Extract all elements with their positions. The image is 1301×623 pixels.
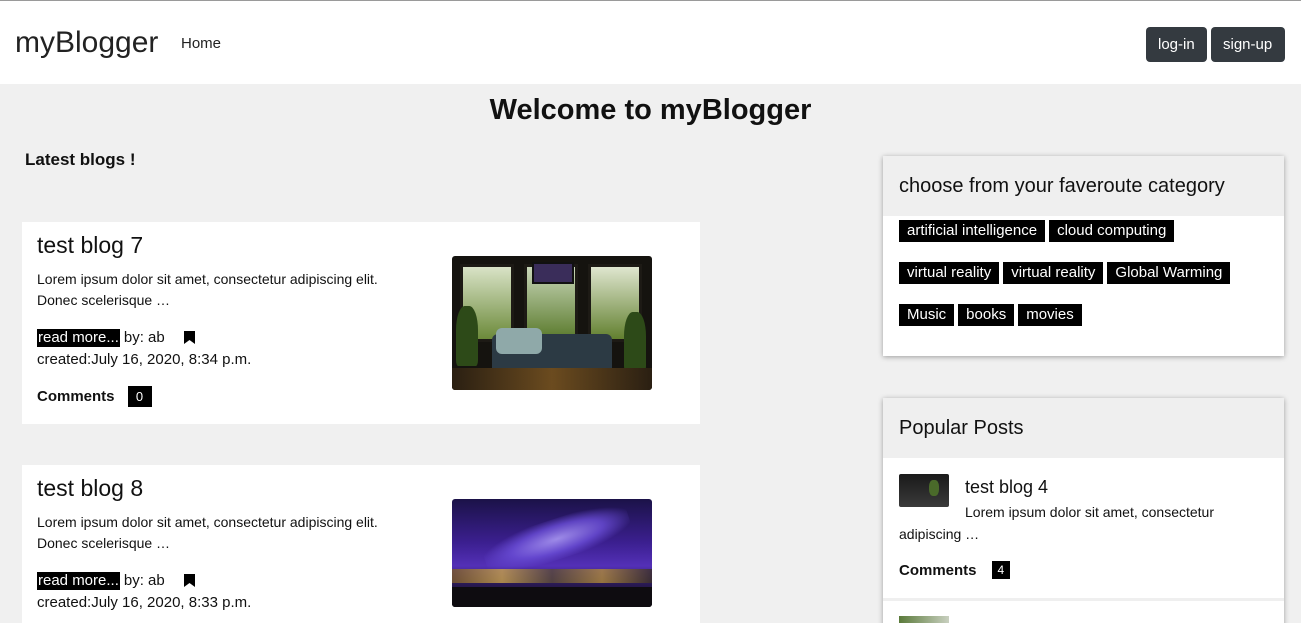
night-sky-image[interactable] [452,499,652,607]
comments-count-badge: 4 [991,561,1011,579]
popular-posts-heading: Popular Posts [883,398,1284,458]
blog-title[interactable]: test blog 7 [37,232,143,259]
navbar: myBlogger Home log-in sign-up [0,4,1301,84]
category-tag[interactable]: virtual reality [899,262,1000,284]
comments-label: Comments [37,388,115,405]
category-tag[interactable]: Music [899,304,955,326]
popular-post-title[interactable]: test blog 4 [965,477,1048,498]
popular-posts-panel: Popular Posts test blog 4 Lorem ipsum do… [883,398,1284,623]
signup-button[interactable]: sign-up [1211,27,1285,62]
category-tag[interactable]: cloud computing [1049,220,1175,242]
read-more-link[interactable]: read more... [37,328,120,347]
tag-row: artificial intelligence cloud computing [899,220,1279,242]
author-label: by: ab [123,572,165,589]
blog-card: test blog 7 Lorem ipsum dolor sit amet, … [22,222,700,424]
read-more-link[interactable]: read more... [37,571,120,590]
brand-logo[interactable]: myBlogger [15,26,158,60]
created-date: created:July 16, 2020, 8:33 p.m. [37,594,252,611]
blog-meta: read more... by: ab [37,571,195,590]
blog-title[interactable]: test blog 8 [37,475,143,502]
category-panel-heading: choose from your faveroute category [883,156,1284,216]
category-tags: artificial intelligence cloud computing … [899,220,1279,346]
category-tag[interactable]: artificial intelligence [899,220,1046,242]
category-tag[interactable]: books [958,304,1015,326]
popular-post-excerpt: Lorem ipsum dolor sit amet, consectetur … [899,504,1214,542]
comments-label: Comments [899,561,977,579]
comments-row: Comments 0 [37,386,152,407]
blog-excerpt: Lorem ipsum dolor sit amet, consectetur … [37,514,378,551]
page-title: Welcome to myBlogger [489,94,812,126]
tag-row: virtual reality virtual reality Global W… [899,262,1279,284]
blog-excerpt: Lorem ipsum dolor sit amet, consectetur … [37,271,378,308]
blog-meta: read more... by: ab [37,328,195,347]
tag-row: Music books movies [899,304,1279,326]
category-panel: choose from your faveroute category arti… [883,156,1284,356]
comments-count-badge: 0 [127,386,152,407]
latest-blogs-heading: Latest blogs ! [25,150,136,169]
bookmark-icon[interactable] [183,331,195,344]
living-room-image[interactable] [452,256,652,390]
blog-card: test blog 8 Lorem ipsum dolor sit amet, … [22,465,700,623]
divider [883,598,1284,601]
created-date: created:July 16, 2020, 8:34 p.m. [37,351,252,368]
login-button[interactable]: log-in [1146,27,1207,62]
bookmark-icon[interactable] [183,574,195,587]
popular-post-thumbnail[interactable] [899,616,949,623]
category-tag[interactable]: virtual reality [1003,262,1104,284]
popular-comments-row: Comments 4 [899,561,1011,579]
nav-home-link[interactable]: Home [181,35,221,52]
category-tag[interactable]: Global Warming [1107,262,1231,284]
author-label: by: ab [123,329,165,346]
category-tag[interactable]: movies [1018,304,1082,326]
